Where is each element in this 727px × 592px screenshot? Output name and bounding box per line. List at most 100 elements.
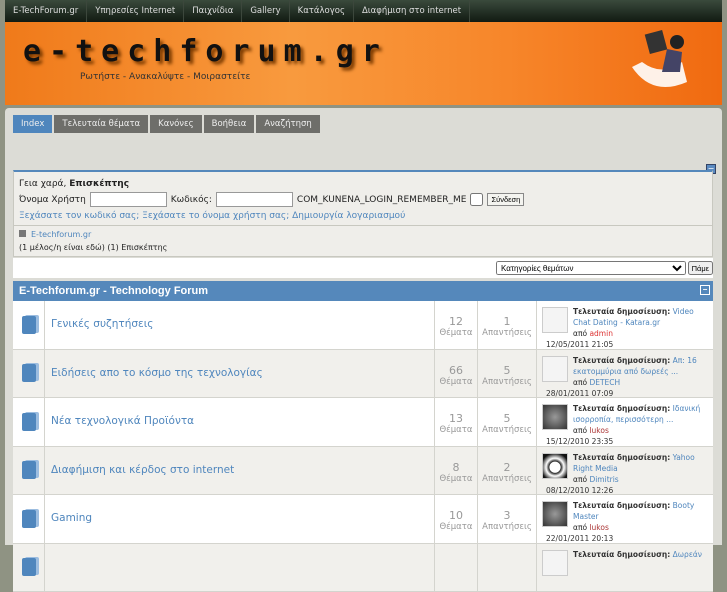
replies-count: 1Απαντήσεις — [478, 301, 537, 349]
topics-count: 13Θέματα — [435, 398, 478, 446]
online-count: (1 μέλος/η είναι εδώ) (1) Επισκέπτης — [19, 243, 707, 252]
avatar[interactable] — [542, 404, 568, 430]
topnav-item[interactable]: Gallery — [242, 0, 289, 22]
site-logo[interactable]: e-techforum.gr — [23, 34, 388, 69]
topnav-item[interactable]: E-TechForum.gr — [5, 0, 87, 22]
forum-name[interactable]: Νέα τεχνολογικά Προϊόντα — [45, 398, 435, 446]
topics-value: 13 — [449, 412, 463, 425]
category-title[interactable]: E-Techforum.gr - Technology Forum — [19, 285, 208, 297]
avatar[interactable] — [542, 501, 568, 527]
password-label: Κωδικός: — [171, 195, 212, 205]
topnav-item[interactable]: Διαφήμιση στο internet — [354, 0, 470, 22]
collapse-icon[interactable]: − — [700, 285, 710, 295]
topnav-item[interactable]: Κατάλογος — [290, 0, 354, 22]
last-post: Τελευταία δημοσίευση: Yahoo Right Media … — [537, 447, 713, 495]
topics-value: 10 — [449, 509, 463, 522]
last-post-user[interactable]: admin — [589, 329, 613, 338]
last-post-user[interactable]: DETECH — [589, 378, 620, 387]
register-link[interactable]: Δημιουργία λογαριασμού — [292, 211, 405, 221]
topics-label: Θέματα — [435, 328, 477, 338]
last-post-user[interactable]: Dimitris — [589, 475, 618, 484]
tab-item[interactable]: Κανόνες — [150, 115, 201, 133]
main-content: IndexΤελευταία θέματαΚανόνεςΒοήθειαΑναζή… — [5, 108, 722, 545]
by-label: από — [573, 329, 587, 338]
login-button[interactable]: Σύνδεση — [487, 193, 524, 206]
forgot-username-link[interactable]: Ξεχάσατε το όνομα χρήστη σας; — [142, 211, 289, 221]
tab-item[interactable]: Βοήθεια — [204, 115, 255, 133]
forum-row: Gaming 10Θέματα 3Απαντήσεις Τελευταία δη… — [13, 495, 713, 544]
avatar[interactable] — [542, 356, 568, 382]
forum-name[interactable]: Γενικές συζητήσεις — [45, 301, 435, 349]
remember-checkbox[interactable] — [470, 193, 483, 206]
last-post: Τελευταία δημοσίευση: Booty Master από l… — [537, 495, 713, 543]
last-post: Τελευταία δημοσίευση: Δωρεάν — [537, 544, 713, 592]
forum-name[interactable]: Διαφήμιση και κέρδος στο internet — [45, 447, 435, 495]
last-post-link[interactable]: Δωρεάν — [673, 550, 702, 559]
replies-value: 2 — [504, 461, 511, 474]
replies-value: 5 — [504, 412, 511, 425]
login-panel: Γεια χαρά, Επισκέπτης Όνομα Χρήστη Κωδικ… — [13, 170, 713, 226]
tab-item[interactable]: Αναζήτηση — [256, 115, 319, 133]
username-input[interactable] — [90, 192, 167, 207]
password-input[interactable] — [216, 192, 293, 207]
forum-row: Νέα τεχνολογικά Προϊόντα 13Θέματα 5Απαντ… — [13, 398, 713, 447]
last-post-user[interactable]: lukos — [589, 523, 608, 532]
forum-folder-icon — [22, 510, 36, 528]
last-post: Τελευταία δημοσίευση: Απ: 16 εκατομμύρια… — [537, 350, 713, 398]
topics-label: Θέματα — [435, 377, 477, 387]
topics-count: 8Θέματα — [435, 447, 478, 495]
person-laptop-illustration — [622, 27, 697, 99]
forgot-password-link[interactable]: Ξεχάσατε τον κωδικό σας; — [19, 211, 139, 221]
by-label: από — [573, 378, 587, 387]
last-post-date: 12/05/2011 21:05 — [546, 339, 710, 350]
replies-value: 1 — [504, 315, 511, 328]
replies-label: Απαντήσεις — [478, 328, 536, 338]
forum-folder-icon — [22, 364, 36, 382]
banner: e-techforum.gr Ρωτήστε - Ανακαλύψτε - Μο… — [5, 22, 722, 105]
forum-folder-icon — [22, 316, 36, 334]
forum-name[interactable]: Gaming — [45, 495, 435, 543]
site-link[interactable]: E-techforum.gr — [31, 230, 91, 239]
forum-name[interactable]: Ειδήσεις απο το κόσμο της τεχνολογίας — [45, 350, 435, 398]
topics-label: Θέματα — [435, 474, 477, 484]
forum-row: Διαφήμιση και κέρδος στο internet 8Θέματ… — [13, 447, 713, 496]
last-post-label: Τελευταία δημοσίευση: — [573, 501, 670, 510]
avatar[interactable] — [542, 453, 568, 479]
last-post-label: Τελευταία δημοσίευση: — [573, 307, 670, 316]
topics-label: Θέματα — [435, 522, 477, 532]
avatar[interactable] — [542, 307, 568, 333]
replies-count — [478, 544, 537, 592]
last-post-label: Τελευταία δημοσίευση: — [573, 356, 670, 365]
forum-folder-icon — [22, 558, 36, 576]
go-button[interactable]: Πάμε — [688, 261, 713, 275]
by-label: από — [573, 523, 587, 532]
tab-item[interactable]: Index — [13, 115, 52, 133]
topics-count: 12Θέματα — [435, 301, 478, 349]
replies-value: 5 — [504, 364, 511, 377]
replies-count: 2Απαντήσεις — [478, 447, 537, 495]
topics-count: 10Θέματα — [435, 495, 478, 543]
topics-label: Θέματα — [435, 425, 477, 435]
slogan: Ρωτήστε - Ανακαλύψτε - Μοιραστείτε — [80, 72, 250, 82]
topnav-item[interactable]: Παιχνίδια — [184, 0, 242, 22]
category-select[interactable]: Κατηγορίες θεμάτων — [496, 261, 686, 275]
greeting: Γεια χαρά, — [19, 179, 66, 189]
replies-label: Απαντήσεις — [478, 522, 536, 532]
last-post-date: 15/12/2010 23:35 — [546, 436, 710, 447]
by-label: από — [573, 475, 587, 484]
forum-folder-icon — [22, 413, 36, 431]
last-post-user[interactable]: lukos — [589, 426, 608, 435]
forum-name[interactable] — [45, 544, 435, 592]
tab-bar: IndexΤελευταία θέματαΚανόνεςΒοήθειαΑναζή… — [13, 115, 320, 133]
forum-row: Γενικές συζητήσεις 12Θέματα 1Απαντήσεις … — [13, 301, 713, 350]
avatar[interactable] — [542, 550, 568, 576]
by-label: από — [573, 426, 587, 435]
last-post-date: 28/01/2011 07:09 — [546, 388, 710, 399]
topnav-item[interactable]: Υπηρεσίες Internet — [87, 0, 184, 22]
replies-count: 3Απαντήσεις — [478, 495, 537, 543]
forum-icon-cell — [13, 544, 45, 592]
last-post-date: 22/01/2011 20:13 — [546, 533, 710, 544]
replies-value: 3 — [504, 509, 511, 522]
tab-item[interactable]: Τελευταία θέματα — [54, 115, 148, 133]
topics-count: 66Θέματα — [435, 350, 478, 398]
